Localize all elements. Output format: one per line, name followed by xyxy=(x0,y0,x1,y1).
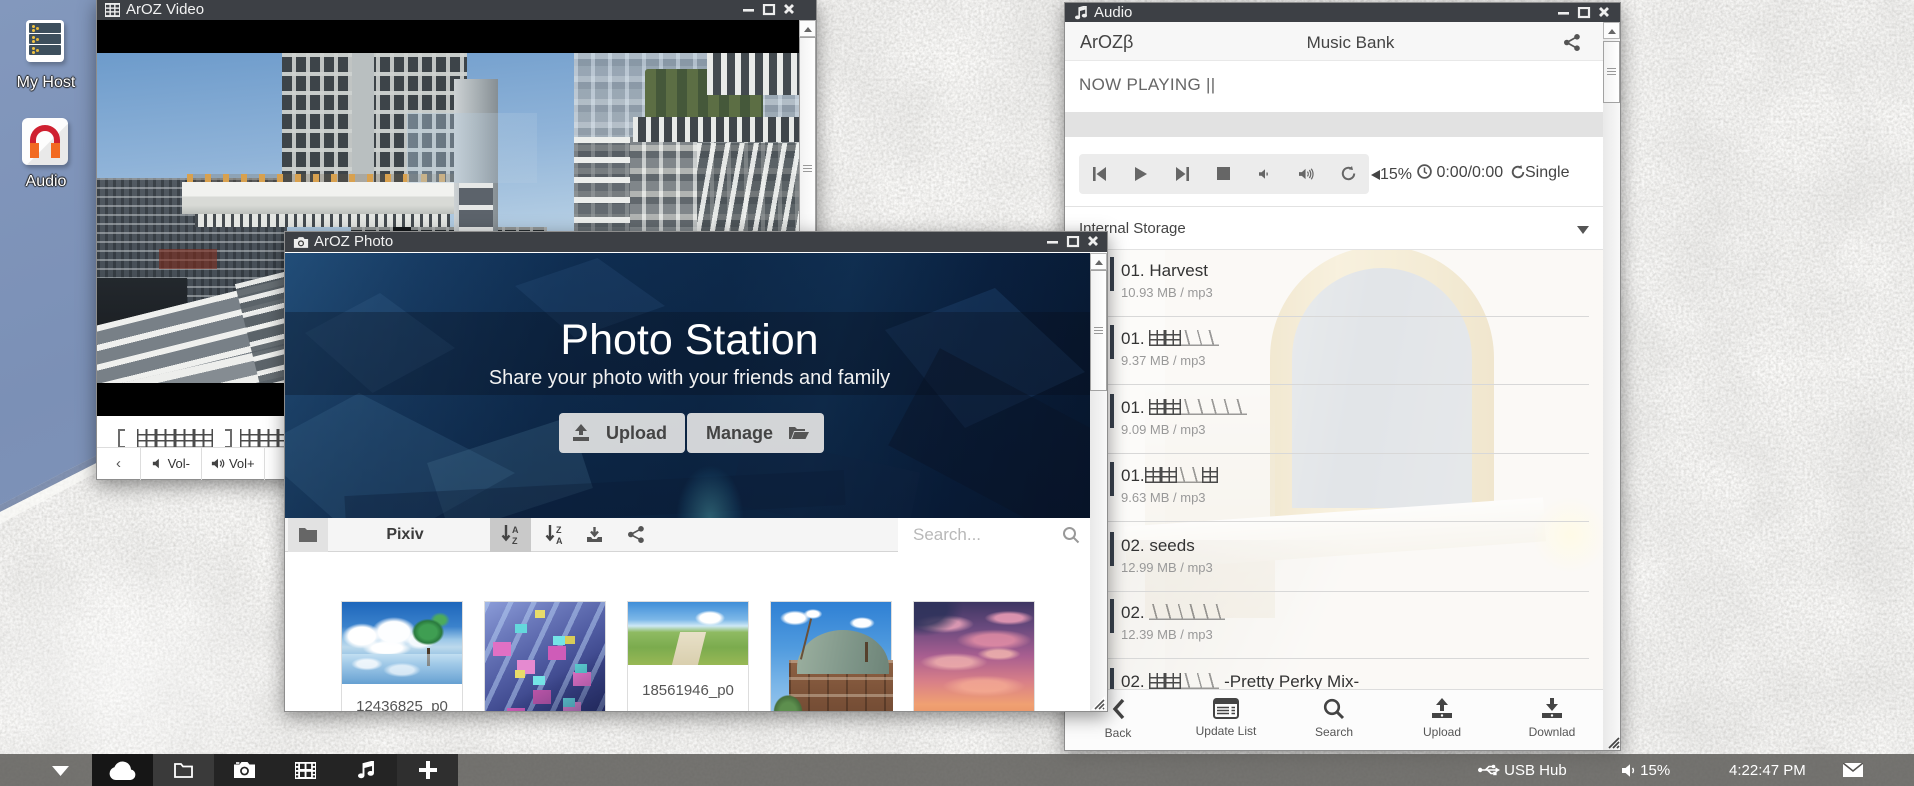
svg-text:Z: Z xyxy=(556,525,562,535)
svg-text:A: A xyxy=(512,525,519,535)
svg-text:Z: Z xyxy=(512,536,518,545)
svg-text:A: A xyxy=(556,536,563,545)
